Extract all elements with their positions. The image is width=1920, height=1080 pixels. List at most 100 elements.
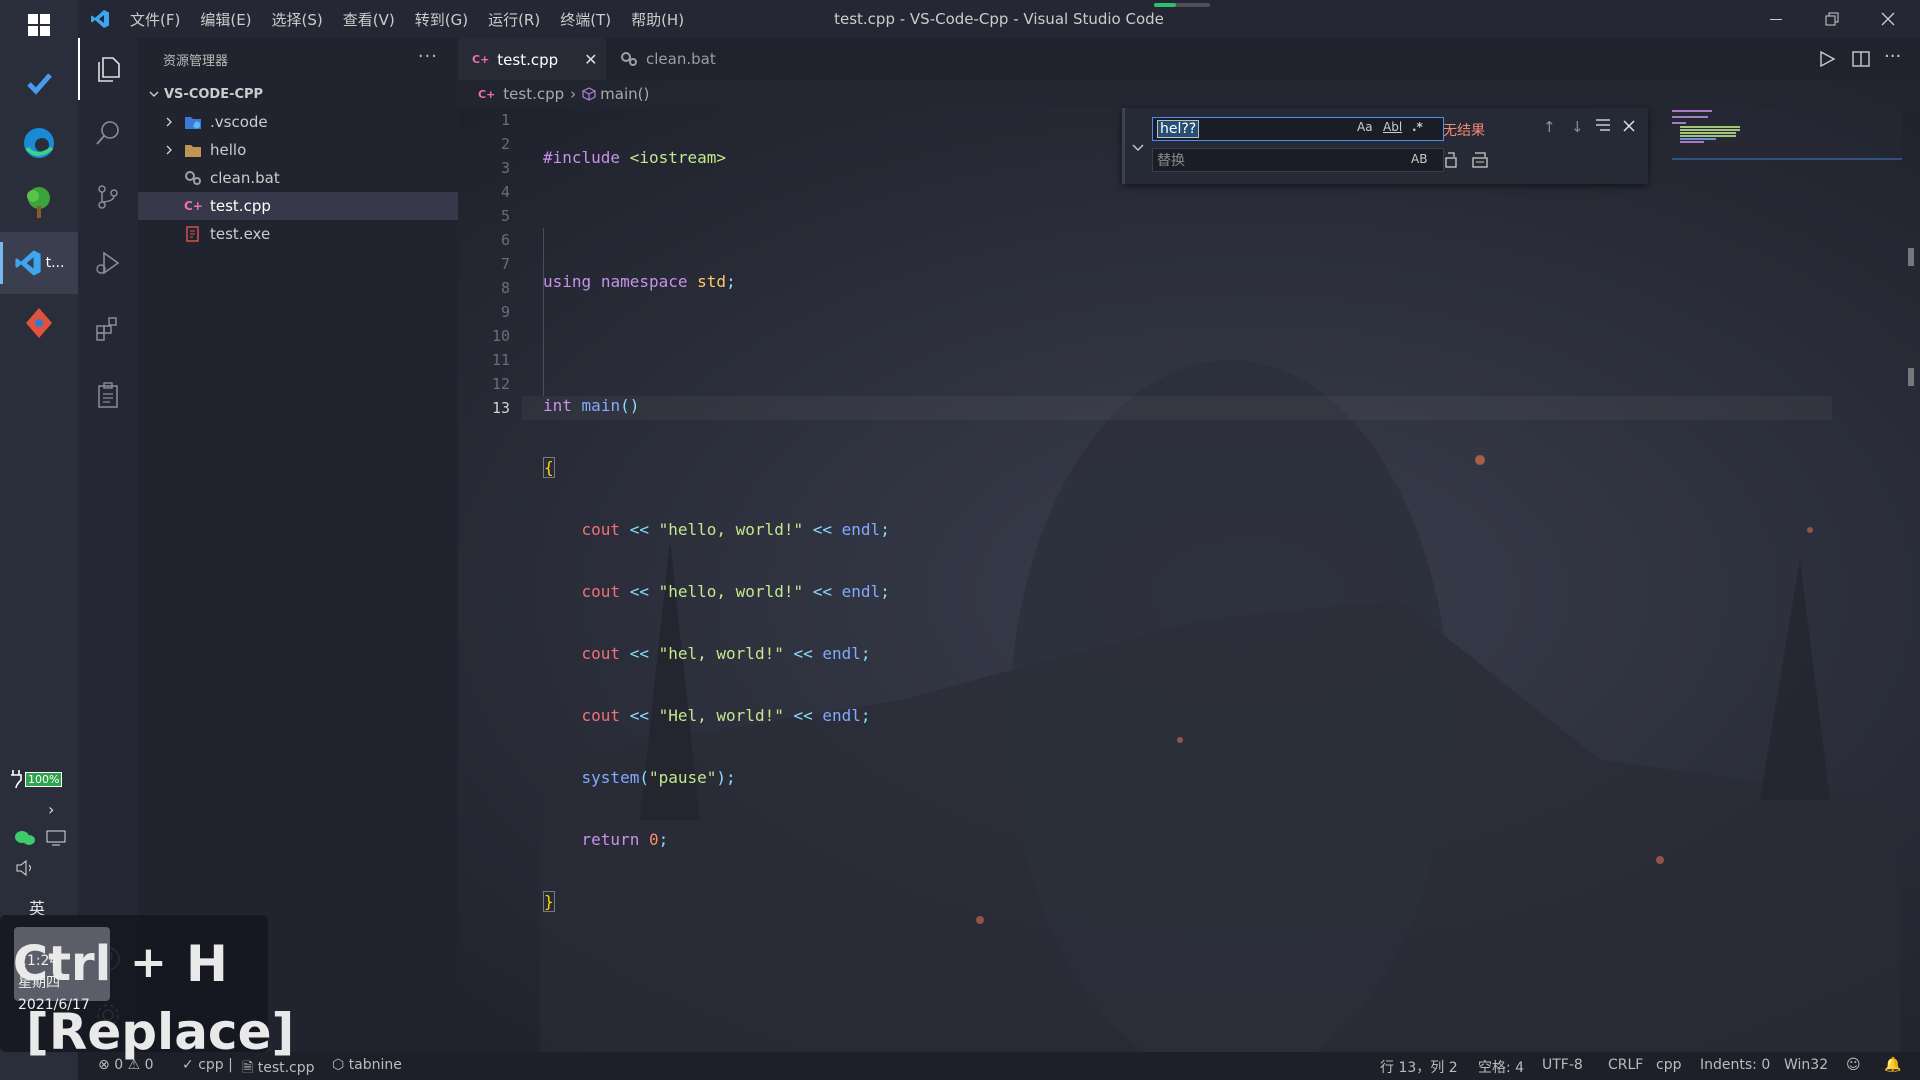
tree-item-vscode[interactable]: .vscode: [138, 108, 458, 136]
taskbar-clock[interactable]: 21:24 星期四 2021/6/17: [18, 950, 90, 1016]
code-token: endl: [822, 706, 861, 725]
encoding-status[interactable]: UTF-8: [1542, 1057, 1583, 1073]
plug-icon: [11, 770, 22, 788]
tabnine-indicator[interactable]: ⬡ tabnine: [332, 1057, 402, 1073]
taskbar-git[interactable]: [0, 292, 78, 354]
restore-icon: [1825, 12, 1839, 26]
taskbar-todo[interactable]: [0, 52, 78, 114]
tab-close-button[interactable]: ✕: [584, 50, 597, 69]
gear-file-icon: [620, 51, 638, 67]
code-token: (): [620, 396, 640, 415]
screen: 文件(F) 编辑(E) 选择(S) 查看(V) 转到(G) 运行(R) 终端(T…: [0, 0, 1920, 1080]
code-editor[interactable]: 1 2 3 4 5 6 7 8 9 10 11 12 13 #include <…: [458, 108, 1900, 1052]
sidebar-title: 资源管理器: [163, 53, 229, 69]
scrollbar-thumb[interactable]: [1908, 248, 1914, 266]
toggle-replace-button[interactable]: [1131, 140, 1145, 158]
code-token: ;: [726, 272, 736, 291]
extensions-button[interactable]: [78, 298, 138, 360]
exe-file-icon: [184, 226, 202, 242]
tab-test-cpp[interactable]: C+ test.cpp ✕: [458, 38, 606, 80]
source-control-icon: [98, 185, 118, 209]
menu-help[interactable]: 帮助(H): [631, 9, 684, 30]
run-code-button[interactable]: [1818, 50, 1836, 72]
source-control-button[interactable]: [78, 166, 138, 228]
search-button[interactable]: [78, 102, 138, 164]
menu-edit[interactable]: 编辑(E): [200, 9, 251, 30]
feedback-button[interactable]: ☺: [1846, 1057, 1861, 1073]
close-window-button[interactable]: [1860, 0, 1916, 38]
previous-match-button[interactable]: ↑: [1543, 118, 1556, 136]
code-token: ;: [860, 644, 871, 663]
explorer-sidebar: 资源管理器 ··· VS-CODE-CPP .vscode hello clea…: [138, 38, 458, 1052]
split-editor-icon: [1852, 51, 1870, 67]
tray-wechat[interactable]: [14, 830, 36, 850]
language-mode[interactable]: cpp: [1656, 1057, 1681, 1073]
cursor-position[interactable]: 行 13，列 2: [1380, 1057, 1458, 1077]
tree-item-clean-bat[interactable]: clean.bat: [138, 164, 458, 192]
notifications-button[interactable]: 🔔: [1884, 1057, 1901, 1073]
menu-terminal[interactable]: 终端(T): [560, 9, 611, 30]
battery-indicator[interactable]: 100%: [10, 770, 63, 788]
tray-display[interactable]: [46, 830, 66, 850]
start-button[interactable]: [0, 0, 78, 50]
code-token: return: [581, 830, 640, 849]
tree-item-test-exe[interactable]: test.exe: [138, 220, 458, 248]
tab-label: clean.bat: [646, 50, 716, 68]
menu-go[interactable]: 转到(G): [415, 9, 468, 30]
run-debug-icon: [96, 251, 120, 275]
tray-expand-button[interactable]: ›: [48, 800, 54, 819]
workspace-section-header[interactable]: VS-CODE-CPP: [138, 80, 458, 108]
menu-selection[interactable]: 选择(S): [272, 9, 323, 30]
code-token: "hello, world!": [658, 582, 804, 601]
editor-more-button[interactable]: ···: [1884, 46, 1901, 67]
minimize-icon: [1770, 18, 1782, 20]
menu-file[interactable]: 文件(F): [130, 9, 180, 30]
breadcrumb-symbol[interactable]: main(): [600, 85, 649, 103]
find-in-selection-button[interactable]: [1595, 118, 1611, 136]
match-case-toggle[interactable]: Aa: [1357, 120, 1373, 134]
replace-input[interactable]: 替换: [1152, 148, 1444, 172]
indents-status[interactable]: Indents: 0: [1700, 1057, 1770, 1073]
replace-one-button[interactable]: [1443, 152, 1459, 172]
breadcrumb-file[interactable]: test.cpp: [503, 85, 564, 103]
code-token: (: [639, 768, 649, 787]
code-token: <<: [793, 706, 813, 725]
menu-view[interactable]: 查看(V): [343, 9, 395, 30]
files-icon: [98, 57, 120, 82]
minimize-button[interactable]: [1748, 0, 1804, 38]
next-match-button[interactable]: ↓: [1571, 118, 1584, 136]
minimap[interactable]: [1672, 108, 1902, 168]
menu-run[interactable]: 运行(R): [488, 9, 540, 30]
sidebar-more-button[interactable]: ···: [418, 46, 438, 67]
replace-all-button[interactable]: [1471, 152, 1489, 172]
regex-toggle[interactable]: .*: [1412, 120, 1423, 134]
code-token: cout: [581, 706, 621, 725]
battery-level: 100%: [25, 771, 63, 787]
preserve-case-toggle[interactable]: AB: [1411, 152, 1427, 166]
tree-item-label: test.cpp: [210, 197, 271, 215]
taskbar-vscode[interactable]: t...: [0, 232, 78, 294]
whole-word-toggle[interactable]: Abl: [1383, 120, 1402, 134]
line-number: 7: [500, 255, 510, 273]
tree-item-test-cpp[interactable]: C+ test.cpp: [138, 192, 458, 220]
replace-placeholder: 替换: [1157, 153, 1185, 169]
close-find-button[interactable]: [1623, 118, 1635, 136]
code-line: #include <iostream>: [543, 146, 890, 170]
taskbar-edge[interactable]: [0, 112, 78, 174]
eol-status[interactable]: CRLF: [1608, 1057, 1643, 1073]
tray-volume[interactable]: [15, 859, 37, 880]
tab-clean-bat[interactable]: clean.bat: [606, 38, 756, 80]
explorer-button[interactable]: [78, 38, 138, 100]
run-debug-button[interactable]: [78, 232, 138, 294]
taskbar-tree-app[interactable]: [0, 172, 78, 234]
platform-status[interactable]: Win32: [1784, 1057, 1828, 1073]
tree-item-hello[interactable]: hello: [138, 136, 458, 164]
line-number: 4: [500, 183, 510, 201]
line-number: 12: [491, 375, 510, 393]
tree-item-label: .vscode: [210, 113, 268, 131]
title-progress-bar: [1154, 3, 1210, 7]
split-editor-button[interactable]: [1852, 50, 1870, 72]
restore-button[interactable]: [1804, 0, 1860, 38]
remote-explorer-button[interactable]: [78, 364, 138, 426]
indentation-status[interactable]: 空格: 4: [1478, 1057, 1524, 1077]
